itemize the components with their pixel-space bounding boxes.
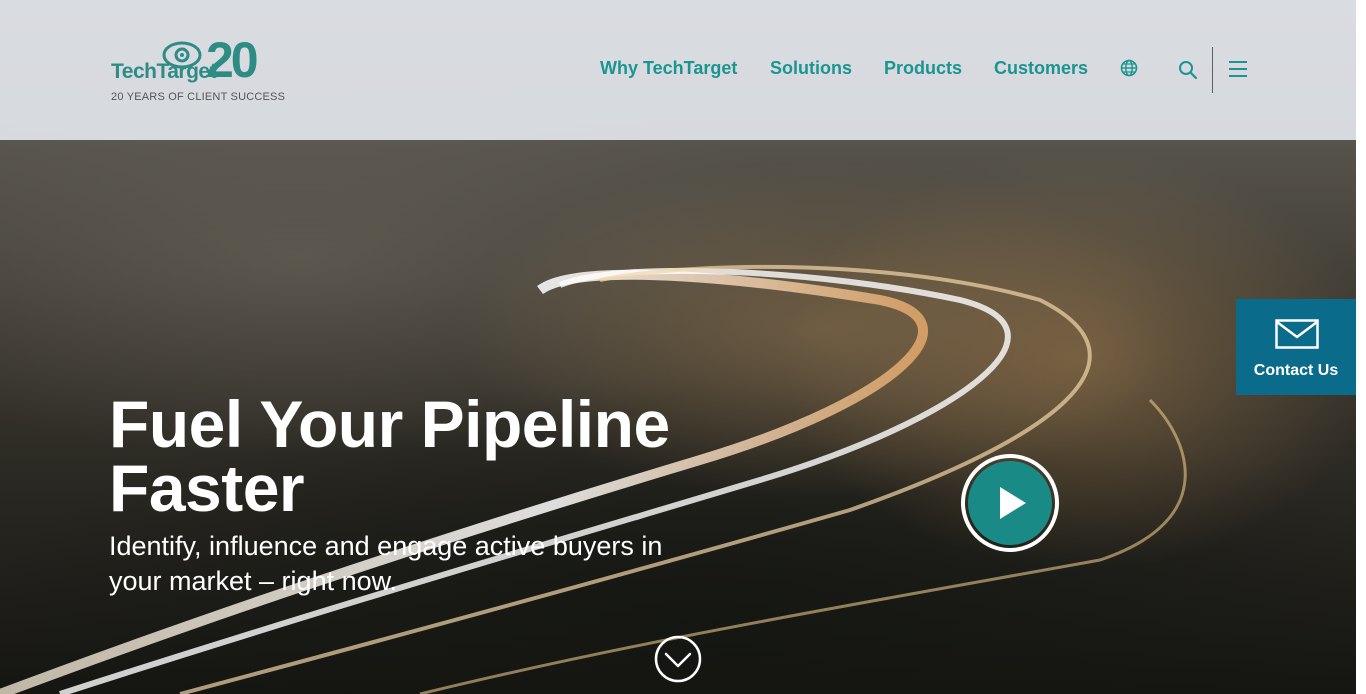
nav-item-customers[interactable]: Customers [994, 58, 1088, 79]
envelope-icon [1275, 319, 1319, 349]
logo-anniversary-number: 20 [206, 32, 259, 88]
chevron-down-icon[interactable] [654, 635, 702, 683]
logo-tagline: 20 YEARS OF CLIENT SUCCESS [111, 91, 286, 103]
nav-item-products[interactable]: Products [884, 58, 962, 79]
header-divider [1212, 47, 1213, 93]
hero-title: Fuel Your Pipeline Faster [109, 387, 670, 525]
page-edge [1356, 0, 1366, 694]
page: TechTarget 20 20 YEARS OF CLIENT SUCCESS… [0, 0, 1366, 694]
nav-item-why-techtarget[interactable]: Why TechTarget [600, 58, 737, 79]
globe-icon[interactable] [1120, 59, 1138, 77]
search-icon[interactable] [1178, 60, 1198, 80]
logo-wordmark: TechTarget [111, 60, 217, 83]
menu-icon[interactable] [1228, 60, 1248, 78]
techtarget-logo[interactable]: TechTarget 20 20 YEARS OF CLIENT SUCCESS [111, 32, 286, 106]
hero-subtitle: Identify, influence and engage active bu… [109, 531, 663, 596]
contact-us-button[interactable]: Contact Us [1236, 299, 1356, 395]
play-icon[interactable] [960, 453, 1060, 553]
nav-item-solutions[interactable]: Solutions [770, 58, 852, 79]
contact-us-label: Contact Us [1253, 362, 1339, 379]
site-header: TechTarget 20 20 YEARS OF CLIENT SUCCESS… [0, 0, 1356, 140]
